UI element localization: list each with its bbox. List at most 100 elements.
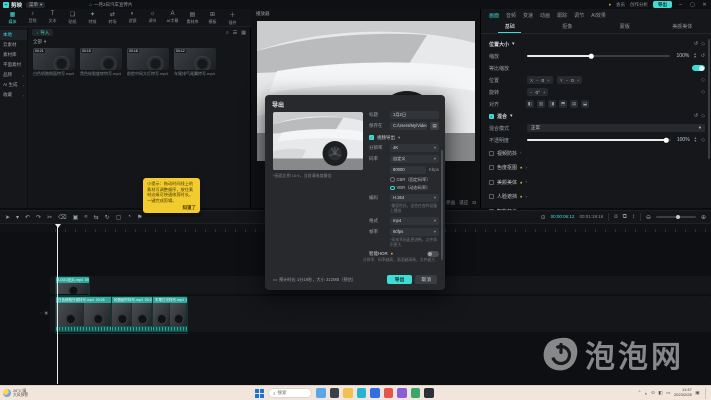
section-checkbox[interactable]	[489, 151, 494, 156]
scale-slider[interactable]	[527, 55, 670, 57]
cancel-button[interactable]: 取消	[415, 275, 437, 284]
grid-view-icon[interactable]: ▦	[241, 30, 246, 36]
ribbon-adjust[interactable]: ☼ 调节	[143, 11, 162, 24]
mirror-icon[interactable]: ⇆	[94, 214, 99, 221]
vip-icon[interactable]: ♦	[609, 2, 611, 8]
app-capcut[interactable]	[424, 388, 434, 398]
zoom-out-icon[interactable]: ⊖	[646, 214, 651, 221]
section-beauty[interactable]: 美颜美体 ♦ ›	[489, 175, 705, 190]
blend-mode-dropdown[interactable]: 正常 ▾	[527, 124, 705, 133]
member-link[interactable]: 会员	[616, 2, 625, 8]
ribbon-transition[interactable]: ⇄ 转场	[103, 11, 122, 25]
tab-adjust[interactable]: 调节	[574, 12, 584, 19]
ribbon-plugin[interactable]: ＋ 插件	[223, 10, 242, 26]
marker-icon[interactable]: ⚑	[137, 214, 142, 221]
tool-dropdown-icon[interactable]: ▾	[16, 214, 19, 221]
app-wechat[interactable]	[411, 388, 421, 398]
tab-video[interactable]: 画面	[489, 12, 499, 19]
align-right-button[interactable]: ◨	[548, 100, 556, 108]
crop-icon[interactable]: ▢	[116, 214, 122, 221]
opacity-stepper[interactable]: ▲▼	[694, 137, 697, 144]
main-clip[interactable]: 车尾灯光特写.mp4 00:25	[153, 297, 187, 333]
playhead[interactable]	[57, 224, 58, 384]
list-view-icon[interactable]: ☰	[233, 30, 237, 36]
app-edge[interactable]	[357, 388, 367, 398]
fullscreen-icon[interactable]: ⊡	[472, 200, 476, 206]
app-store[interactable]	[370, 388, 380, 398]
menu-button[interactable]: 菜单 ▾	[26, 2, 45, 8]
tab-tracking[interactable]: 跟踪	[557, 12, 567, 19]
quality-selector[interactable]: 原画	[446, 200, 455, 206]
redo-icon[interactable]: ↷	[36, 214, 41, 221]
split-icon[interactable]: ✂	[47, 214, 52, 221]
reset-icon[interactable]: ↺	[694, 41, 698, 47]
preview-axis-icon[interactable]: ↕	[632, 214, 635, 220]
cbr-radio[interactable]	[390, 177, 395, 182]
黑色轮毂旋转特写.mp4[interactable]: 00:15 黑色轮毂旋转特写.mp4	[80, 48, 122, 77]
tray-hidden-icons[interactable]: ⌃	[638, 390, 642, 396]
dialog-scrollbar[interactable]	[441, 150, 443, 260]
blend-checkbox[interactable]: ✓	[489, 114, 494, 119]
position-size-section[interactable]: 位置大小 ▾ ↺ ◇	[489, 38, 705, 50]
export-button-top[interactable]: 导出	[653, 1, 672, 8]
position-x-stepper[interactable]: X – 0 +	[527, 76, 553, 84]
playhead-handle[interactable]	[55, 224, 61, 228]
tab-ai[interactable]: AI效果	[591, 12, 606, 19]
tab-audio[interactable]: 音频	[506, 12, 516, 19]
taskbar-weather-widget[interactable]: 26°C 晴 大风预警	[3, 389, 28, 398]
main-clip[interactable]: 白色轿跑外观特写.mp4 00:28	[56, 297, 111, 333]
sidebar-cloud[interactable]: 云素材 ›	[0, 40, 27, 50]
ribbon-text[interactable]: T 文本	[43, 11, 62, 24]
keyframe-icon[interactable]: ◇	[701, 113, 705, 119]
ribbon-ai-caption[interactable]: A AI字幕	[163, 11, 182, 24]
tab-speed[interactable]: 变速	[523, 12, 533, 19]
reset-icon[interactable]: ↺	[701, 53, 705, 60]
tray-onedrive-icon[interactable]: ◐	[645, 391, 648, 396]
subtab-beauty[interactable]: 美颜美体	[654, 21, 711, 33]
video-export-checkbox[interactable]: ✓	[369, 135, 374, 140]
bitrate-value-input[interactable]: 80000	[390, 166, 426, 174]
scale-stepper[interactable]: ▲▼	[693, 53, 696, 60]
align-center-v-button[interactable]: ▤	[570, 100, 578, 108]
title-field[interactable]: 1月2日	[390, 111, 439, 119]
keyframe-icon[interactable]: ◇	[701, 89, 705, 95]
link-icon[interactable]: ⧉	[623, 214, 627, 221]
minimize-button[interactable]: –	[677, 2, 684, 8]
fps-dropdown[interactable]: 60fps ▾	[390, 228, 439, 236]
rotate-stepper[interactable]: – 0° +	[527, 88, 548, 96]
前脸中网大灯特写.mp4[interactable]: 00:18 前脸中网大灯特写.mp4	[127, 48, 169, 77]
taskbar-search[interactable]: ⌕ 搜索	[268, 388, 312, 398]
position-y-stepper[interactable]: Y – 0 +	[557, 76, 583, 84]
plus-icon[interactable]: +	[547, 78, 550, 83]
app-terminal[interactable]	[330, 388, 340, 398]
taskbar-clock[interactable]: 11:37 2023/2/28	[674, 388, 692, 398]
inspector-scrollbar[interactable]	[708, 39, 710, 159]
vbr-radio[interactable]	[390, 186, 395, 191]
ribbon-filter[interactable]: ◐ 滤镜	[123, 11, 142, 24]
ribbon-effects[interactable]: ✦ 特效	[83, 11, 102, 25]
plus-icon[interactable]: +	[543, 90, 546, 95]
speed-icon[interactable]: ◔	[127, 214, 131, 220]
search-icon[interactable]: ⌕	[226, 30, 229, 36]
hdr-toggle[interactable]	[427, 251, 439, 257]
media-filter[interactable]: 全部 ▾	[28, 38, 250, 46]
timeline-zoom-slider[interactable]	[656, 216, 696, 218]
path-field[interactable]: C:/Users/My/Videos/1月...	[390, 122, 427, 130]
format-dropdown[interactable]: mp4 ▾	[390, 217, 439, 225]
reverse-icon[interactable]: «	[84, 214, 87, 220]
section-stabilize[interactable]: 视频防抖 ♦ ›	[489, 146, 705, 161]
车尾排气尾翼特写.mp4[interactable]: 00:12 车尾排气尾翼特写.mp4	[174, 48, 216, 77]
track-lock-icon[interactable]: ▣	[44, 310, 48, 315]
tab-animation[interactable]: 动画	[540, 12, 550, 19]
overlay-clip[interactable]: LOGO贴片.mp4 00:03	[55, 276, 90, 296]
select-tool-icon[interactable]: ➤	[5, 214, 10, 221]
align-center-h-button[interactable]: ▥	[537, 100, 545, 108]
align-left-button[interactable]: ◧	[526, 100, 534, 108]
subtab-basic[interactable]: 基础	[481, 21, 539, 33]
notification-bell-icon[interactable]: ▣	[695, 390, 699, 396]
sidebar-brand[interactable]: 品牌 ›	[0, 70, 27, 80]
cbr-radio-row[interactable]: CBR（固定码率）	[390, 177, 439, 183]
close-button[interactable]: ✕	[701, 2, 708, 8]
sidebar-ai[interactable]: AI 生成 ›	[0, 80, 27, 90]
ribbon-library[interactable]: ▤ 素材库	[183, 11, 202, 25]
